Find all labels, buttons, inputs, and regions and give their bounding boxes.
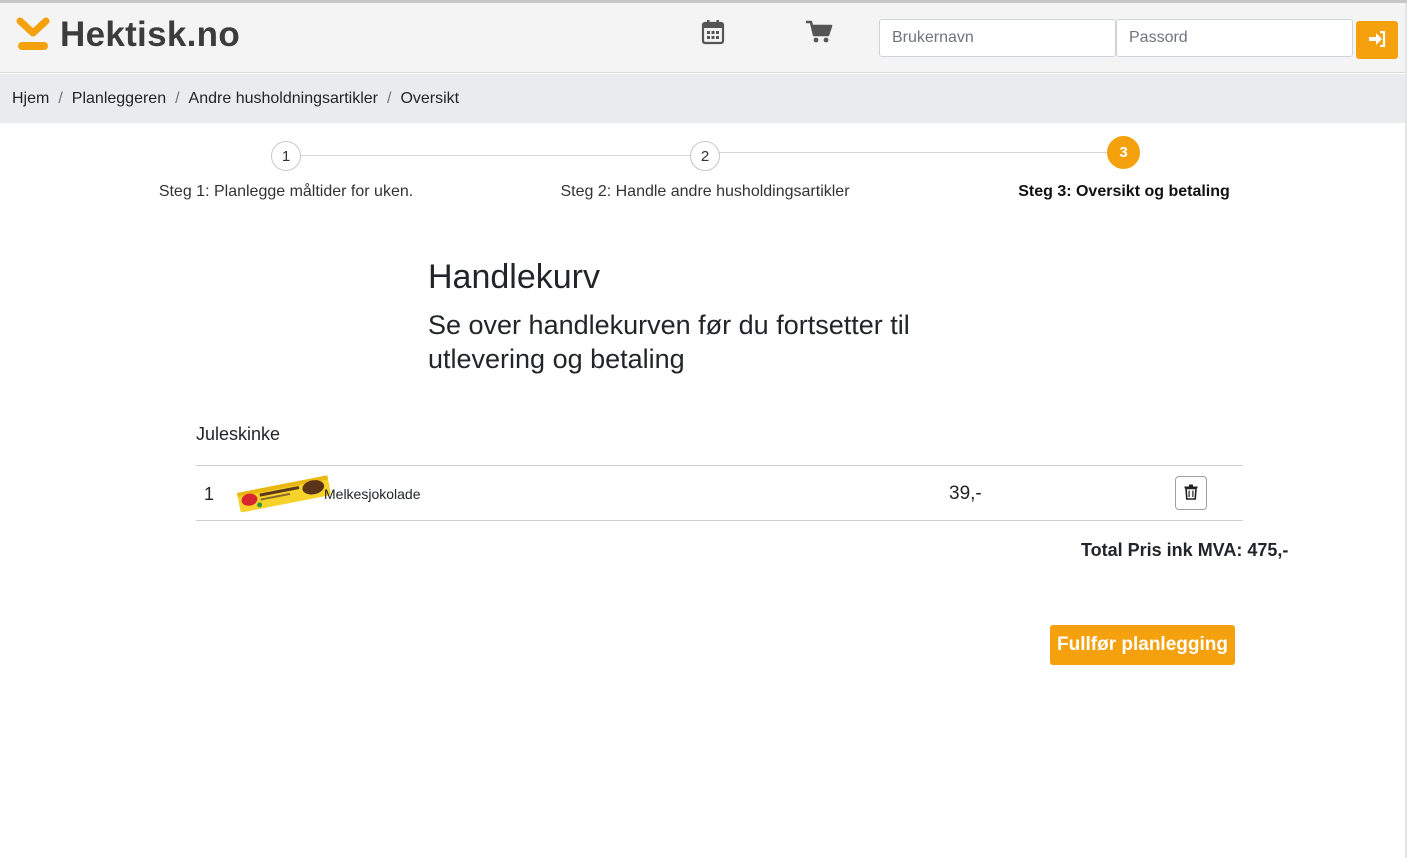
delete-item-button[interactable]	[1175, 476, 1207, 510]
breadcrumb-separator: /	[175, 89, 180, 107]
cart-table: 1 Melkesjokolade 39,-	[196, 465, 1243, 521]
breadcrumb: Hjem / Planleggeren / Andre husholdnings…	[0, 74, 1407, 123]
logo-icon	[16, 17, 50, 53]
item-quantity: 1	[204, 484, 215, 504]
login-button[interactable]	[1356, 21, 1398, 59]
step-connector	[300, 155, 690, 156]
logo[interactable]: Hektisk.no	[16, 15, 240, 55]
logo-text: Hektisk.no	[60, 15, 240, 54]
step-3-label: Steg 3: Oversikt og betaling	[1018, 183, 1230, 200]
finish-planning-button[interactable]: Fullfør planlegging	[1050, 625, 1235, 665]
page-title: Handlekurv	[428, 258, 600, 296]
calendar-icon[interactable]	[701, 19, 727, 45]
product-name: Melkesjokolade	[324, 486, 421, 502]
breadcrumb-separator: /	[58, 89, 63, 107]
step-2-circle: 2	[690, 141, 720, 171]
breadcrumb-home[interactable]: Hjem	[12, 90, 49, 108]
progress-stepper: 1 2 3 Steg 1: Planlegge måltider for uke…	[0, 123, 1407, 223]
step-3-circle: 3	[1107, 136, 1140, 169]
page-subtitle: Se over handlekurven før du fortsetter t…	[428, 310, 910, 374]
total-price: Total Pris ink MVA: 475,-	[1081, 540, 1289, 560]
item-price: 39,-	[949, 483, 982, 504]
username-input[interactable]	[879, 19, 1116, 57]
password-input[interactable]	[1116, 19, 1353, 57]
breadcrumb-overview: Oversikt	[400, 89, 460, 107]
sign-in-icon	[1368, 30, 1386, 50]
trash-icon	[1184, 484, 1198, 503]
breadcrumb-household[interactable]: Andre husholdningsartikler	[189, 90, 378, 108]
product-image	[236, 472, 332, 516]
navbar: Hektisk.no	[0, 3, 1407, 73]
step-2-label: Steg 2: Handle andre husholdingsartikler	[560, 183, 850, 200]
shopping-cart-icon[interactable]	[805, 19, 833, 45]
breadcrumb-planner[interactable]: Planleggeren	[72, 90, 166, 108]
cart-group-title: Juleskinke	[196, 424, 281, 444]
breadcrumb-separator: /	[387, 89, 392, 107]
step-1-label: Steg 1: Planlegge måltider for uken.	[158, 183, 414, 200]
step-1-circle: 1	[271, 141, 301, 171]
step-connector	[719, 152, 1109, 153]
